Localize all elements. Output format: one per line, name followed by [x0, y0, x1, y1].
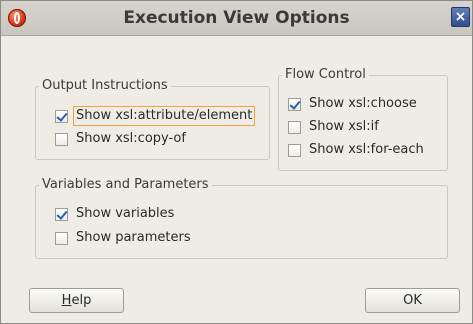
checkbox-box[interactable] [288, 97, 301, 111]
dialog-title: Execution View Options [123, 8, 350, 28]
checkbox-box[interactable] [55, 231, 68, 245]
checkbox-label[interactable]: Show xsl:copy-of [74, 130, 188, 148]
close-button[interactable]: × [451, 7, 470, 27]
checkbox-label[interactable]: Show xsl:if [307, 118, 381, 136]
help-button[interactable]: Help [29, 288, 124, 313]
variables-parameters-title: Variables and Parameters [42, 177, 209, 192]
checkbox-box[interactable] [288, 143, 301, 157]
output-instructions-title: Output Instructions [42, 78, 168, 93]
checkbox-show-if[interactable]: Show xsl:if [288, 117, 381, 137]
checkbox-show-choose[interactable]: Show xsl:choose [288, 94, 419, 114]
checkbox-label[interactable]: Show xsl:attribute/element [72, 106, 256, 126]
checkbox-show-parameters[interactable]: Show parameters [55, 228, 193, 248]
checkbox-label[interactable]: Show parameters [74, 229, 193, 247]
checkbox-label[interactable]: Show xsl:for-each [307, 141, 426, 159]
checkbox-show-attribute-element[interactable]: Show xsl:attribute/element [55, 106, 256, 126]
checkbox-label[interactable]: Show variables [74, 205, 176, 223]
checkbox-box[interactable] [55, 207, 68, 221]
checkbox-show-variables[interactable]: Show variables [55, 204, 176, 224]
checkbox-box[interactable] [288, 120, 301, 134]
title-bar[interactable]: Execution View Options × [1, 1, 472, 36]
ok-button[interactable]: OK [365, 288, 460, 313]
checkbox-label[interactable]: Show xsl:choose [307, 95, 419, 113]
checkbox-box[interactable] [55, 109, 68, 123]
flow-control-title: Flow Control [285, 67, 366, 82]
checkbox-box[interactable] [55, 132, 68, 146]
checkbox-show-for-each[interactable]: Show xsl:for-each [288, 140, 426, 160]
checkbox-show-copy-of[interactable]: Show xsl:copy-of [55, 129, 188, 149]
help-label-rest: elp [71, 293, 92, 308]
help-mnemonic: H [61, 293, 72, 308]
dialog-window: Execution View Options × Output Instruct… [0, 0, 473, 324]
